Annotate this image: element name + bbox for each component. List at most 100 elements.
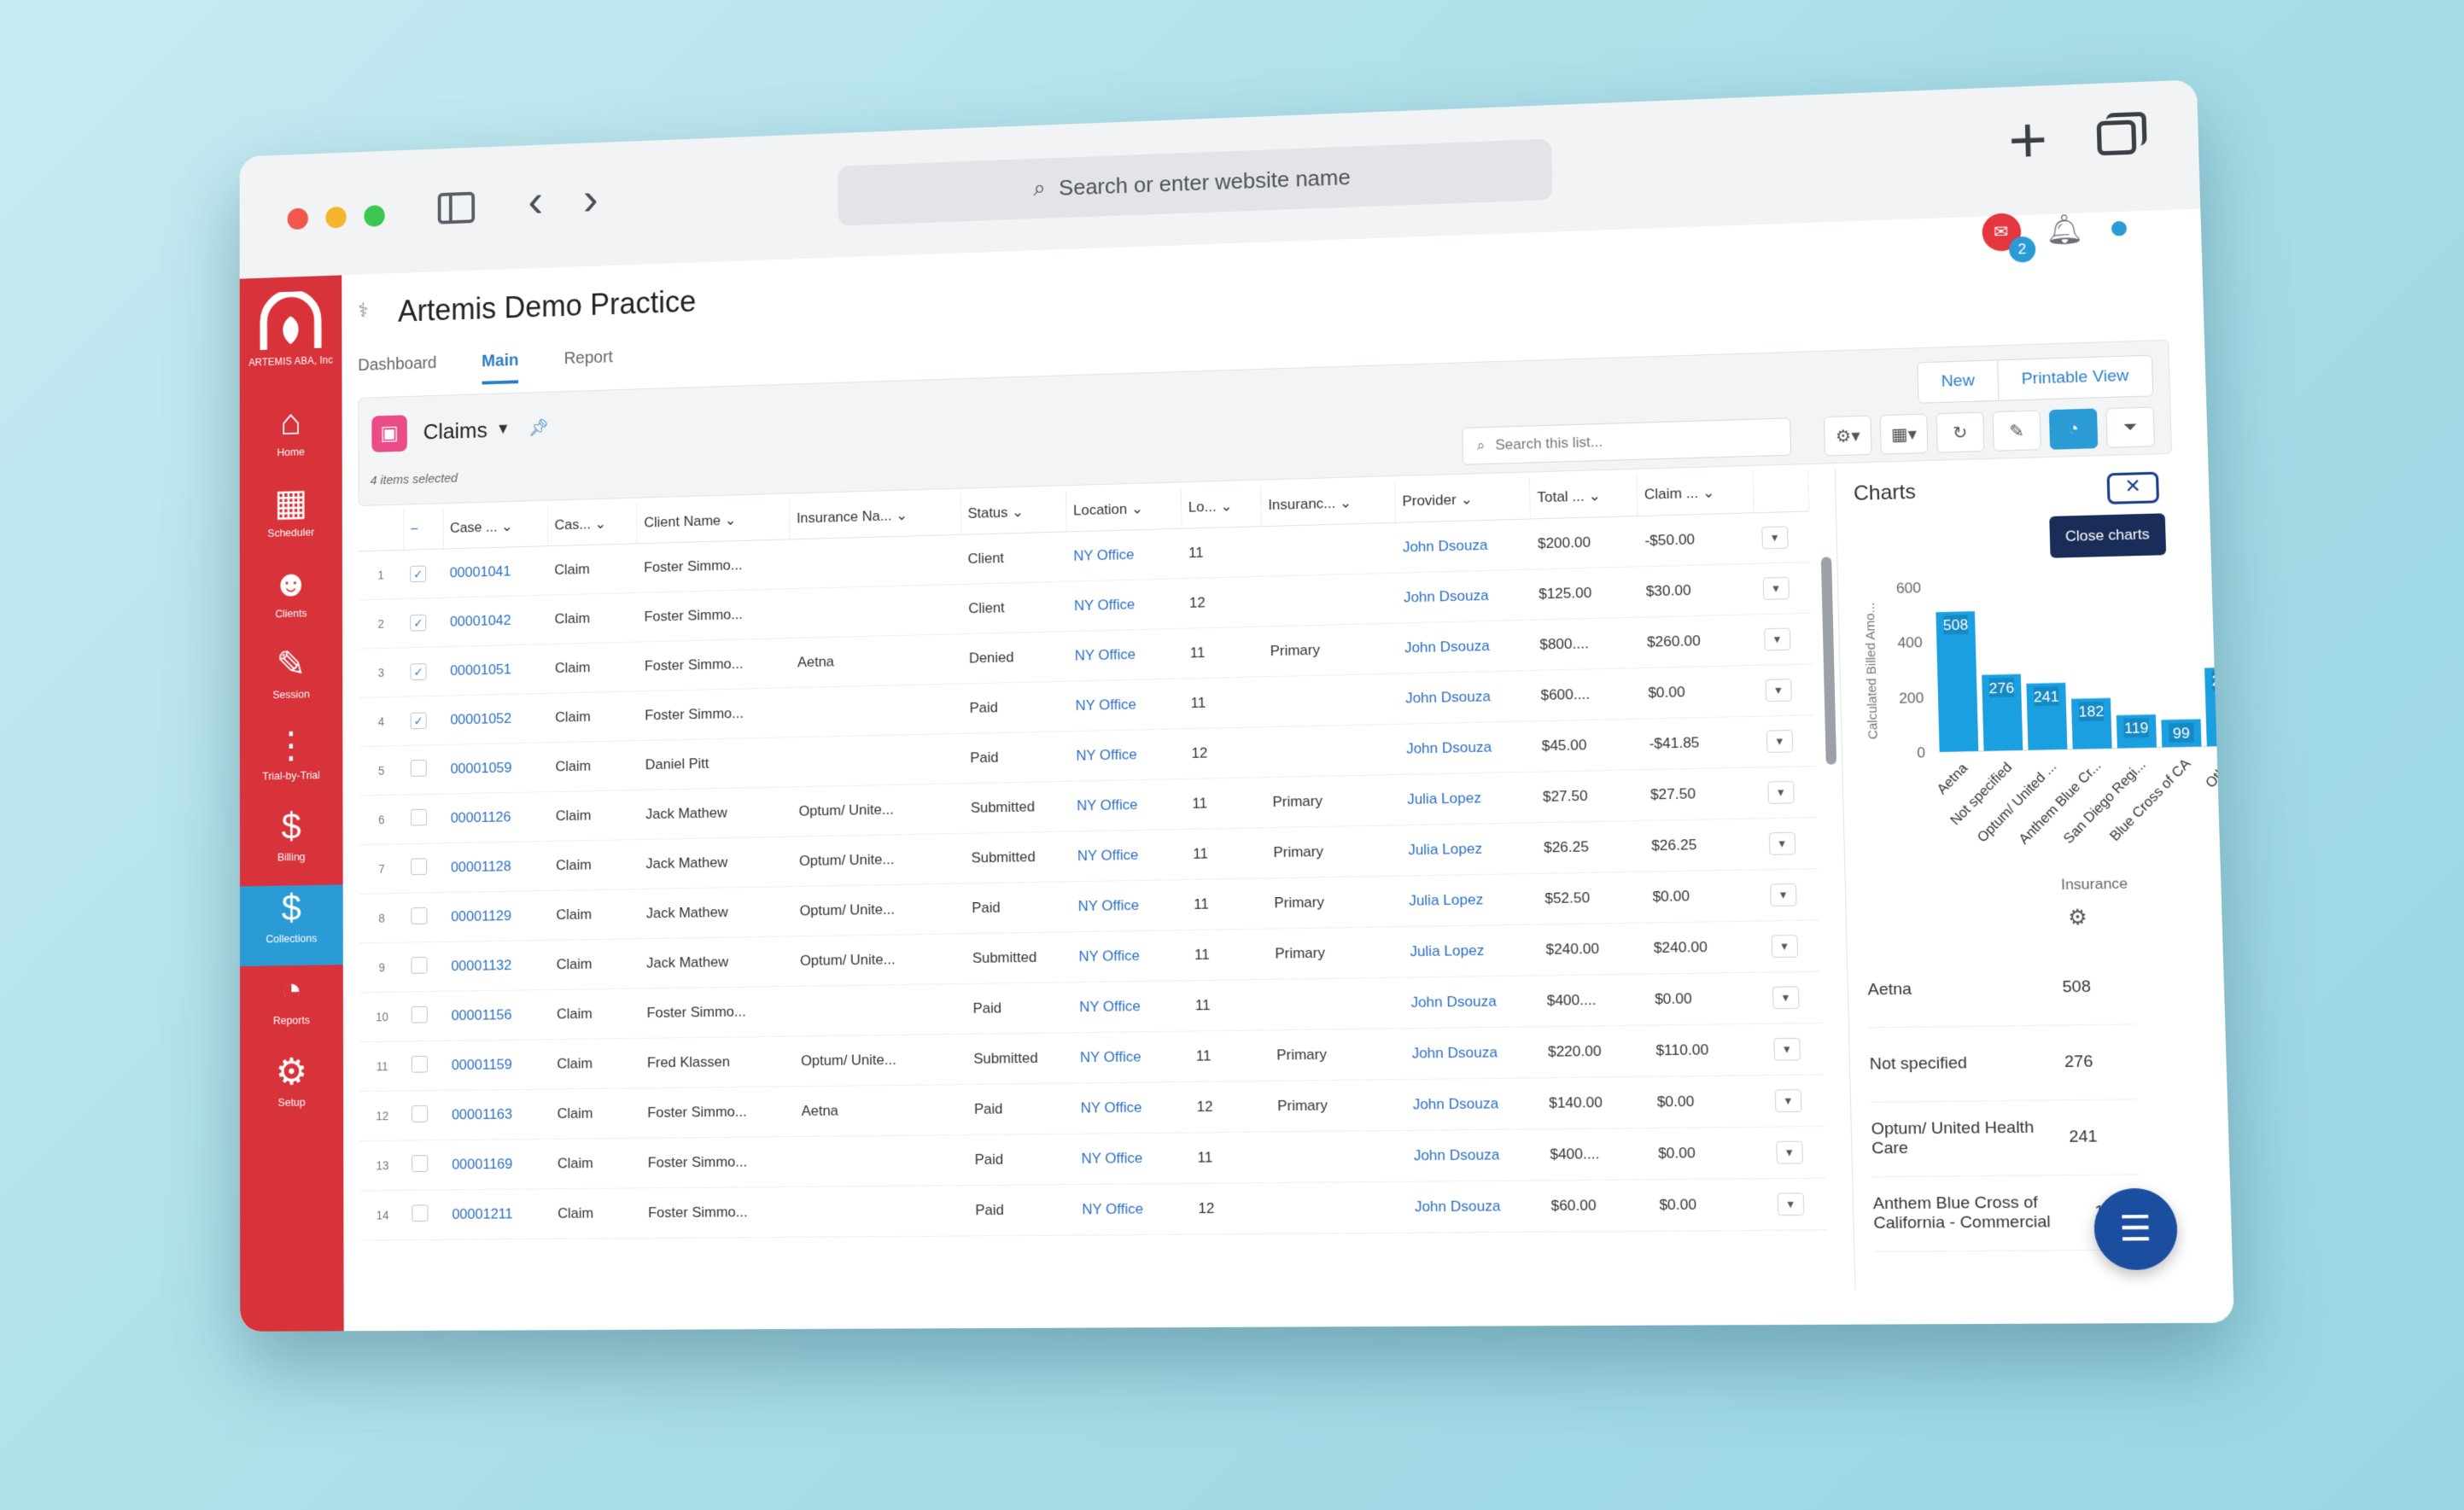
pin-icon[interactable]: 📌︎ bbox=[528, 417, 549, 439]
bell-icon[interactable]: 🔔︎ bbox=[2045, 212, 2084, 248]
tab-dashboard[interactable]: Dashboard bbox=[358, 354, 436, 389]
cell-loc[interactable]: NY Office bbox=[1069, 778, 1187, 831]
cell-prov[interactable]: John Dsouza bbox=[1404, 1077, 1543, 1131]
filter-icon[interactable]: ⏷ bbox=[2105, 406, 2156, 448]
new-button[interactable]: New bbox=[1918, 360, 2000, 403]
row-actions-dropdown[interactable]: ▼ bbox=[1766, 780, 1795, 804]
row-actions-dropdown[interactable]: ▼ bbox=[1763, 627, 1791, 651]
cell-prov[interactable]: John Dsouza bbox=[1407, 1180, 1545, 1233]
chevron-down-icon[interactable]: ⌄ bbox=[497, 518, 513, 534]
row-checkbox[interactable]: ✓ bbox=[410, 712, 427, 730]
sidebar-item-collections[interactable]: $ Collections bbox=[239, 884, 343, 967]
row-checkbox[interactable] bbox=[410, 759, 427, 777]
column-header[interactable]: Status ⌄ bbox=[960, 491, 1067, 535]
list-view-dropdown-icon[interactable]: ▼ bbox=[496, 420, 511, 438]
cell-case[interactable]: 00001126 bbox=[443, 791, 550, 843]
user-icon[interactable]: ● bbox=[2108, 208, 2130, 248]
cell-prov[interactable]: John Dsouza bbox=[1403, 975, 1541, 1029]
chevron-down-icon[interactable]: ⌄ bbox=[591, 516, 606, 532]
back-arrow-icon[interactable]: ‹ bbox=[528, 174, 543, 226]
row-checkbox[interactable]: ✓ bbox=[410, 565, 427, 583]
edit-pencil-icon[interactable]: ✎ bbox=[1992, 410, 2041, 452]
sidebar-item-trial-by-trial[interactable]: ⋮ Trial-by-Trial bbox=[240, 721, 343, 803]
row-checkbox[interactable] bbox=[411, 1006, 428, 1023]
row-checkbox[interactable] bbox=[411, 907, 428, 924]
column-header[interactable]: Provider ⌄ bbox=[1394, 477, 1531, 523]
printable-view-button[interactable]: Printable View bbox=[1998, 356, 2152, 400]
tab-main[interactable]: Main bbox=[482, 351, 519, 385]
column-header[interactable]: Claim ... ⌄ bbox=[1636, 470, 1755, 516]
row-actions-dropdown[interactable]: ▼ bbox=[1777, 1192, 1804, 1216]
sidebar-item-home[interactable]: ⌂ Home bbox=[240, 398, 342, 480]
address-bar[interactable]: ⌕ Search or enter website name bbox=[838, 138, 1553, 226]
cell-prov[interactable]: John Dsouza bbox=[1398, 720, 1536, 775]
row-actions-dropdown[interactable]: ▼ bbox=[1762, 576, 1790, 600]
sidebar-item-session[interactable]: ✎ Session bbox=[240, 640, 342, 722]
cell-case[interactable]: 00001042 bbox=[443, 595, 549, 647]
close-charts-button[interactable]: ✕ bbox=[2106, 471, 2160, 504]
cell-loc[interactable]: NY Office bbox=[1069, 728, 1186, 782]
minimize-window-button[interactable] bbox=[325, 206, 347, 229]
cell-loc[interactable]: NY Office bbox=[1071, 930, 1188, 982]
cell-case[interactable]: 00001128 bbox=[444, 841, 550, 893]
row-actions-dropdown[interactable]: ▼ bbox=[1769, 883, 1797, 907]
cell-prov[interactable]: John Dsouza bbox=[1404, 1026, 1542, 1080]
sidebar-item-billing[interactable]: $ Billing bbox=[240, 803, 343, 885]
chevron-down-icon[interactable]: ⌄ bbox=[1457, 491, 1473, 507]
cell-case[interactable]: 00001132 bbox=[444, 940, 551, 992]
row-actions-dropdown[interactable]: ▼ bbox=[1768, 831, 1795, 855]
row-checkbox[interactable] bbox=[412, 1105, 429, 1122]
chat-bubble-icon[interactable]: ☰ bbox=[2093, 1187, 2179, 1271]
close-window-button[interactable] bbox=[287, 207, 308, 230]
cell-prov[interactable]: John Dsouza bbox=[1406, 1128, 1544, 1182]
sidebar-item-reports[interactable]: ◔ Reports bbox=[240, 966, 343, 1048]
new-tab-icon[interactable]: + bbox=[2007, 103, 2048, 178]
cell-loc[interactable]: NY Office bbox=[1071, 980, 1189, 1033]
chart-settings-gear-icon[interactable]: ⚙ bbox=[2068, 905, 2087, 930]
row-actions-dropdown[interactable]: ▼ bbox=[1772, 986, 1800, 1010]
tab-overview-icon[interactable] bbox=[2096, 120, 2137, 156]
sidebar-toggle-icon[interactable] bbox=[437, 191, 476, 224]
column-header[interactable]: Location ⌄ bbox=[1066, 487, 1182, 532]
column-header[interactable]: Insurance Na... ⌄ bbox=[789, 493, 961, 539]
cell-case[interactable]: 00001051 bbox=[443, 644, 549, 697]
chevron-down-icon[interactable]: ⌄ bbox=[1698, 484, 1715, 501]
cell-loc[interactable]: NY Office bbox=[1066, 578, 1183, 632]
row-checkbox[interactable] bbox=[410, 808, 428, 826]
chevron-down-icon[interactable]: ⌄ bbox=[891, 507, 908, 523]
cell-prov[interactable]: John Dsouza bbox=[1396, 569, 1533, 624]
cell-prov[interactable]: Julia Lopez bbox=[1402, 924, 1540, 978]
column-header[interactable]: Client Name ⌄ bbox=[637, 498, 790, 544]
row-actions-dropdown[interactable]: ▼ bbox=[1771, 935, 1798, 959]
row-actions-dropdown[interactable]: ▼ bbox=[1774, 1089, 1802, 1113]
row-actions-dropdown[interactable]: ▼ bbox=[1765, 679, 1792, 703]
cell-prov[interactable]: Julia Lopez bbox=[1399, 772, 1537, 825]
column-header[interactable]: Case ... ⌄ bbox=[442, 505, 548, 550]
chevron-down-icon[interactable]: ⌄ bbox=[1007, 504, 1024, 520]
sidebar-item-scheduler[interactable]: ▦ Scheduler bbox=[240, 479, 342, 561]
cell-case[interactable]: 00001041 bbox=[442, 545, 548, 598]
cell-prov[interactable]: John Dsouza bbox=[1395, 519, 1532, 574]
row-checkbox[interactable]: ✓ bbox=[410, 614, 427, 632]
column-header[interactable]: Insuranc... ⌄ bbox=[1260, 481, 1396, 527]
cell-prov[interactable]: Julia Lopez bbox=[1401, 873, 1539, 927]
sidebar-item-clients[interactable]: ☻ Clients bbox=[240, 559, 342, 641]
cell-loc[interactable]: NY Office bbox=[1068, 678, 1185, 732]
messages-icon[interactable]: ✉ 2 bbox=[1981, 212, 2036, 263]
row-actions-dropdown[interactable]: ▼ bbox=[1772, 1037, 1801, 1061]
cell-loc[interactable]: NY Office bbox=[1071, 879, 1188, 932]
cell-loc[interactable]: NY Office bbox=[1074, 1132, 1192, 1185]
cell-case[interactable]: 00001052 bbox=[443, 693, 549, 745]
cell-loc[interactable]: NY Office bbox=[1067, 628, 1184, 682]
cell-case[interactable]: 00001059 bbox=[443, 742, 550, 795]
list-search-input[interactable]: ⌕ Search this list... bbox=[1462, 417, 1792, 465]
maximize-window-button[interactable] bbox=[364, 205, 385, 227]
column-header[interactable]: Total ... ⌄ bbox=[1529, 474, 1638, 520]
row-actions-dropdown[interactable]: ▼ bbox=[1775, 1140, 1803, 1164]
cell-prov[interactable]: John Dsouza bbox=[1398, 670, 1535, 725]
cell-loc[interactable]: NY Office bbox=[1066, 528, 1182, 582]
row-checkbox[interactable] bbox=[411, 1055, 428, 1073]
row-checkbox[interactable] bbox=[412, 1154, 429, 1172]
forward-arrow-icon[interactable]: › bbox=[583, 172, 598, 224]
settings-gear-icon[interactable]: ⚙▾ bbox=[1823, 415, 1872, 457]
